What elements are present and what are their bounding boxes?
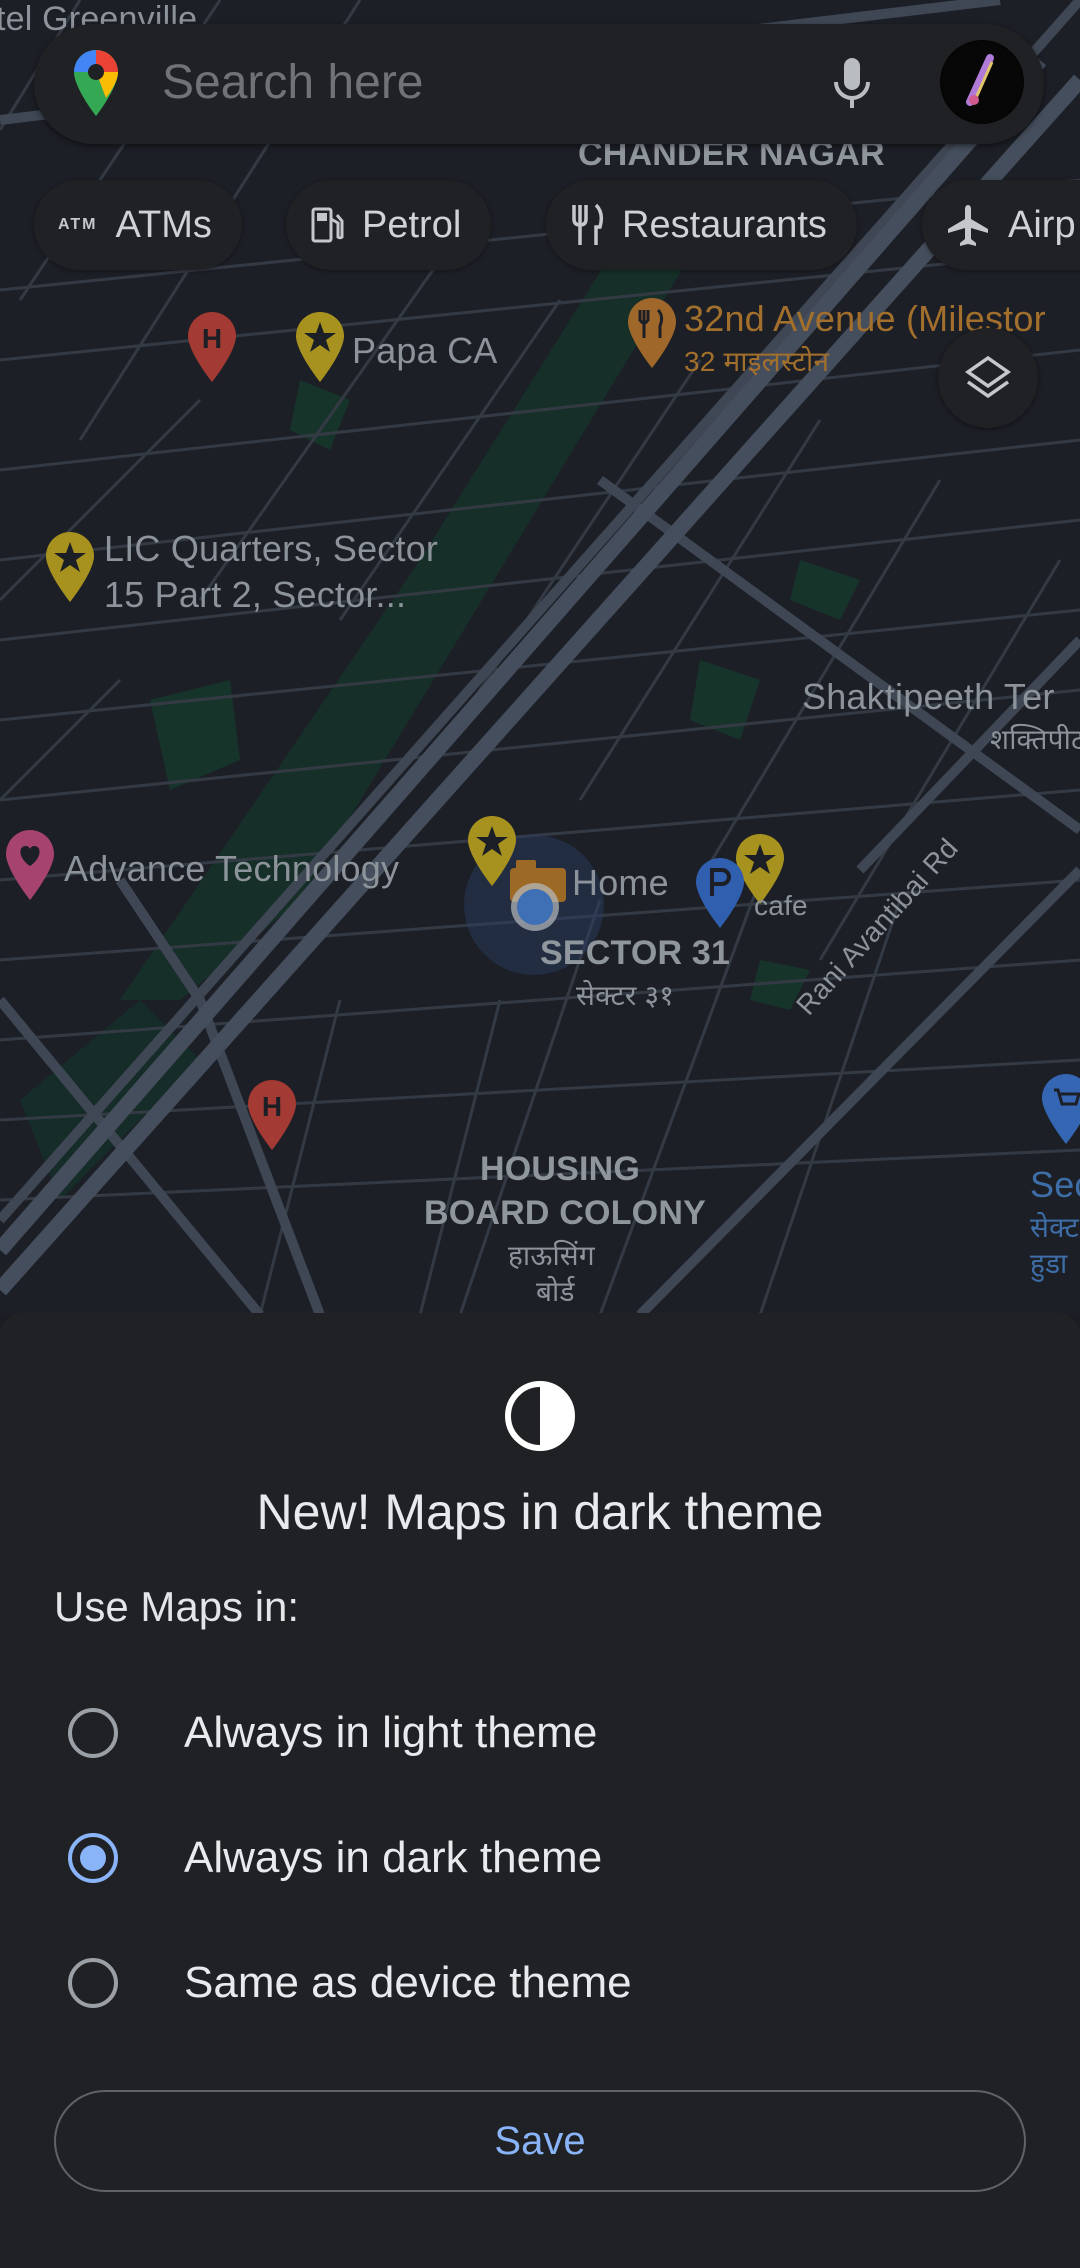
microphone-icon[interactable] xyxy=(832,56,872,117)
map-label-papa-ca: Papa CA xyxy=(352,330,498,371)
map-label-sector-right-hi: सेक्ट xyxy=(1030,1212,1079,1243)
radio-dark-theme[interactable] xyxy=(68,1833,118,1883)
option-label: Always in dark theme xyxy=(184,1833,603,1882)
fuel-icon xyxy=(310,205,344,245)
chip-restaurants[interactable]: Restaurants xyxy=(546,180,857,270)
map-label-board-hi: बोर्ड xyxy=(536,1276,575,1307)
map-label-huda-hi: हुडा xyxy=(1030,1248,1068,1279)
map-label-home: Home xyxy=(572,862,669,903)
dark-theme-sheet: New! Maps in dark theme Use Maps in: Alw… xyxy=(0,1313,1080,2268)
option-dark-theme[interactable]: Always in dark theme xyxy=(40,1803,1040,1913)
star-pin-icon[interactable] xyxy=(44,532,96,609)
star-pin-icon[interactable] xyxy=(294,312,346,389)
map-label-shaktipeeth-hi: शक्तिपीठ xyxy=(990,724,1080,755)
svg-text:H: H xyxy=(262,1091,282,1122)
chip-airports[interactable]: Airp xyxy=(922,180,1080,270)
contrast-icon xyxy=(504,1380,576,1457)
search-input[interactable]: Search here xyxy=(162,55,424,110)
search-bar[interactable]: Search here xyxy=(34,24,1044,144)
map-label-board-colony: BOARD COLONY xyxy=(424,1194,706,1232)
restaurant-icon xyxy=(570,203,604,247)
account-avatar[interactable] xyxy=(940,40,1024,124)
chip-petrol[interactable]: Petrol xyxy=(286,180,492,270)
radio-light-theme[interactable] xyxy=(68,1708,118,1758)
chip-label: ATMs xyxy=(115,203,212,246)
map-label-housing-hi: हाऊसिंग xyxy=(508,1240,595,1271)
option-device-theme[interactable]: Same as device theme xyxy=(40,1928,1040,2038)
svg-text:H: H xyxy=(202,323,222,354)
map-label-advance-technology: Advance Technology xyxy=(64,848,400,889)
heart-pin-icon[interactable] xyxy=(4,830,56,907)
hospital-pin-icon[interactable]: H xyxy=(186,312,238,389)
layers-button[interactable] xyxy=(938,328,1038,428)
map-label-sector-right: Sec xyxy=(1030,1164,1080,1205)
save-button[interactable]: Save xyxy=(54,2090,1026,2192)
map-view[interactable]: tel Greenville CHANDER NAGAR H Papa CA 3… xyxy=(0,0,1080,1315)
restaurant-pin-icon[interactable] xyxy=(626,298,678,375)
sheet-subtitle: Use Maps in: xyxy=(54,1583,300,1630)
hospital-pin-icon[interactable]: H xyxy=(246,1080,298,1157)
radio-device-theme[interactable] xyxy=(68,1958,118,2008)
google-maps-logo-icon xyxy=(72,50,120,123)
shopping-pin-icon[interactable] xyxy=(1040,1074,1080,1151)
map-label-sector-31-hi: सेक्टर ३१ xyxy=(576,980,675,1011)
map-label-lic-quarters-1: LIC Quarters, Sector xyxy=(104,528,439,569)
map-label-cafe: cafe xyxy=(754,890,808,921)
layers-icon xyxy=(964,355,1012,399)
option-label: Always in light theme xyxy=(184,1708,598,1757)
map-label-housing: HOUSING xyxy=(480,1150,641,1188)
chip-label: Petrol xyxy=(362,203,462,246)
chip-label: Airp xyxy=(1008,203,1076,246)
option-light-theme[interactable]: Always in light theme xyxy=(40,1678,1040,1788)
chip-label: Restaurants xyxy=(622,203,827,246)
parking-pin-icon[interactable] xyxy=(694,858,746,935)
airplane-icon xyxy=(946,203,990,247)
map-label-sector-31: SECTOR 31 xyxy=(540,934,731,972)
my-location-dot-icon[interactable] xyxy=(508,880,562,939)
map-label-shaktipeeth: Shaktipeeth Ter xyxy=(802,676,1055,717)
option-label: Same as device theme xyxy=(184,1958,632,2007)
map-label-32nd-avenue-hi: 32 माइलस्टोन xyxy=(684,346,830,377)
map-label-lic-quarters-2: 15 Part 2, Sector... xyxy=(104,574,407,615)
atm-icon: ATM xyxy=(58,216,98,233)
sheet-title: New! Maps in dark theme xyxy=(256,1484,824,1540)
chip-atms[interactable]: ATM ATMs xyxy=(34,180,242,270)
